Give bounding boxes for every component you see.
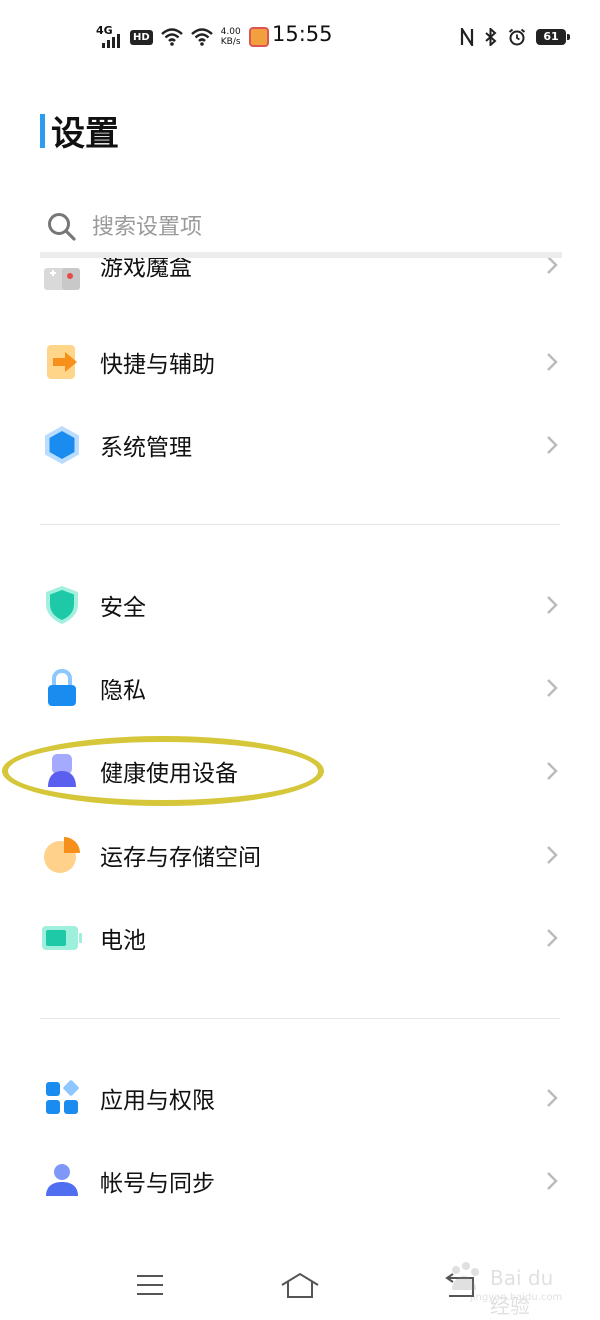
game-box-icon [40,258,84,290]
wifi-icon [160,28,183,46]
settings-item-healthy-usage[interactable]: 健康使用设备 [40,730,562,812]
settings-item-label: 游戏魔盒 [100,258,192,281]
watermark: Bai du 经验 jingyan.baidu.com [430,1258,570,1318]
wifi-icon [190,28,213,46]
chevron-right-icon [547,762,558,780]
chevron-right-icon [547,929,558,947]
chevron-right-icon [547,679,558,697]
battery-level: 61 [536,29,570,45]
section-divider [40,524,560,525]
chevron-right-icon [547,1172,558,1190]
settings-item-label: 安全 [100,595,146,621]
chevron-right-icon [547,1089,558,1107]
settings-item-label: 电池 [100,928,146,954]
section-divider [40,1018,560,1019]
shield-icon [40,583,84,627]
chevron-right-icon [547,353,558,371]
settings-item-privacy[interactable]: 隐私 [40,647,562,729]
hexagon-icon [40,423,84,467]
home-button[interactable] [280,1268,320,1302]
settings-item-label: 系统管理 [100,435,192,461]
battery-icon [40,916,84,960]
status-bar: 4G HD 4.00 KB/s 15:55 61 [0,0,600,72]
settings-item-label: 快捷与辅助 [100,352,215,378]
menu-icon [137,1275,163,1295]
chevron-right-icon [547,436,558,454]
settings-item-security[interactable]: 安全 [40,564,562,646]
title-accent-bar [40,113,45,148]
pie-storage-icon [40,833,84,877]
settings-item-account-sync[interactable]: 帐号与同步 [40,1140,562,1222]
chevron-right-icon [547,596,558,614]
account-icon [40,1159,84,1203]
apps-grid-icon [40,1076,84,1120]
search-bar[interactable] [40,200,560,254]
hd-badge: HD [130,29,153,45]
menu-button[interactable] [130,1268,170,1302]
settings-item-game-box[interactable]: 游戏魔盒 [40,258,562,292]
settings-item-label: 帐号与同步 [100,1171,215,1197]
settings-item-memory-storage[interactable]: 运存与存储空间 [40,814,562,896]
network-speed: 4.00 KB/s [220,27,241,47]
status-time: 15:55 [272,22,333,46]
page-title: 设置 [51,114,119,154]
page-header: 设置 [40,106,119,155]
alarm-icon [508,28,526,46]
health-icon [40,749,84,793]
home-icon [281,1272,319,1298]
notification-app-icon [248,27,269,47]
cellular-signal-icon: 4G [96,25,122,49]
settings-item-label: 隐私 [100,678,146,704]
bluetooth-icon [485,28,497,46]
nfc-icon [460,28,474,46]
lock-icon [40,666,84,710]
settings-item-label: 健康使用设备 [100,761,238,787]
search-icon [48,213,76,241]
settings-item-battery[interactable]: 电池 [40,897,562,979]
settings-item-label: 运存与存储空间 [100,845,261,871]
settings-item-shortcuts[interactable]: 快捷与辅助 [40,321,562,403]
shortcut-arrow-icon [40,340,84,384]
chevron-right-icon [547,258,558,274]
watermark-url: jingyan.baidu.com [470,1292,563,1303]
search-input[interactable] [92,214,512,240]
settings-item-system-management[interactable]: 系统管理 [40,404,562,486]
settings-item-apps-permissions[interactable]: 应用与权限 [40,1057,562,1139]
chevron-right-icon [547,846,558,864]
settings-item-label: 应用与权限 [100,1088,215,1114]
